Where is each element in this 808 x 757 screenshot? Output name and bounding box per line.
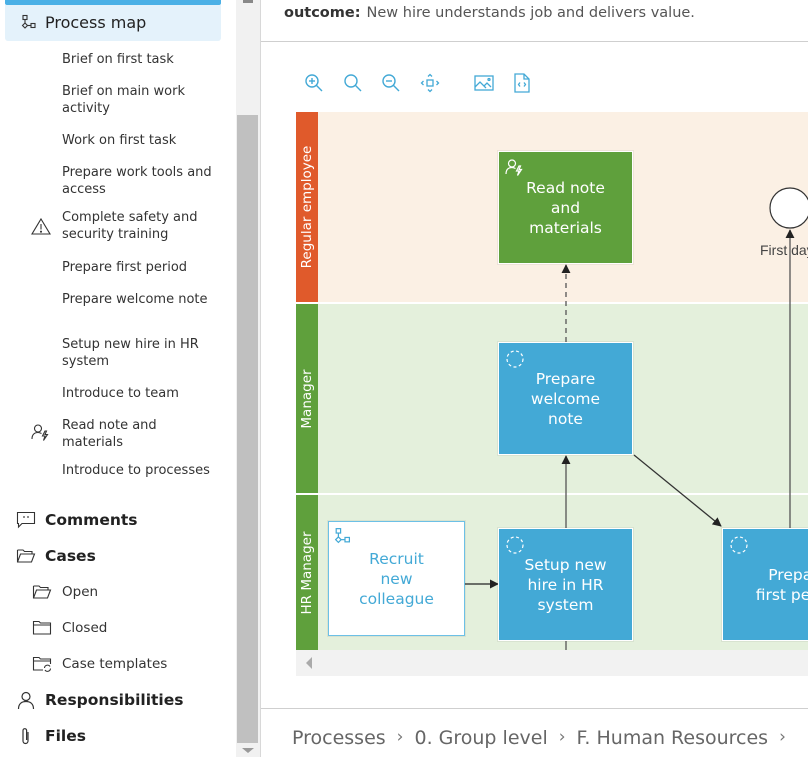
outcome-row: outcome: New hire understands job and del… [284,5,695,21]
chevron-right-icon: › [558,727,566,747]
task-label: Recruit new colleague [359,549,434,608]
comments-icon [16,511,36,529]
connector [633,454,722,527]
main-panel: outcome: New hire understands job and del… [260,0,808,757]
task-label: Setup new hire in HR system [524,555,607,614]
sidebar-item-case-templates[interactable]: Case templates [62,656,167,672]
process-diagram[interactable]: Regular employee Manager HR Manager Firs… [296,112,808,676]
breadcrumb: Processes › 0. Group level › F. Human Re… [292,727,797,749]
diagram-horizontal-scrollbar[interactable] [296,650,808,676]
recurring-icon [506,350,524,368]
move-fit-icon[interactable] [419,72,441,94]
sidebar-item-responsibilities[interactable]: Responsibilities [45,691,184,709]
start-event [769,187,808,229]
process-map-icon [21,14,36,29]
sidebar-item-files[interactable]: Files [45,727,86,745]
divider [261,708,808,709]
sidebar: Process map Brief on first task Brief on… [0,0,236,757]
user-action-icon [31,424,49,441]
zoom-out-icon[interactable] [380,72,402,94]
folder-closed-icon [32,620,52,635]
task-label: Read note and materials [526,178,605,237]
sidebar-item-label: Process map [45,13,147,32]
chevron-right-icon: › [779,727,786,747]
event-label: First day [760,242,808,258]
sidebar-subitem[interactable]: Introduce to team [62,385,212,402]
scroll-down-arrow-icon[interactable] [242,748,254,753]
sidebar-subitem[interactable]: Setup new hire in HR system [62,336,212,370]
sidebar-subitem[interactable]: Work on first task [62,132,212,149]
code-file-icon[interactable] [511,72,533,94]
user-action-icon [505,159,523,176]
task-label: Prepare welcome note [530,369,601,428]
scroll-left-arrow-icon[interactable] [306,657,312,669]
task-label: Prepare first period [755,565,808,604]
sidebar-subitem[interactable]: Read note and materials [62,417,212,451]
folder-template-icon [32,656,52,672]
user-icon [17,691,35,710]
divider [261,41,808,42]
zoom-icon[interactable] [342,72,364,94]
paperclip-icon [22,728,29,745]
sidebar-subitem[interactable]: Brief on first task [62,51,212,68]
sidebar-subitem[interactable]: Complete safety and security training [62,209,212,243]
sidebar-item-comments[interactable]: Comments [45,511,138,529]
sidebar-subitem[interactable]: Prepare work tools and access [62,164,212,198]
chevron-right-icon: › [396,727,404,747]
breadcrumb-item[interactable]: F. Human Resources [577,727,769,749]
folder-open-icon [16,549,36,563]
sidebar-item-cases-open[interactable]: Open [62,584,98,600]
breadcrumb-item[interactable]: 0. Group level [414,727,547,749]
sidebar-item-cases-closed[interactable]: Closed [62,620,107,636]
recurring-icon [730,536,748,554]
sidebar-subitem[interactable]: Prepare first period [62,259,212,276]
image-icon[interactable] [473,72,495,94]
task-read-note[interactable]: Read note and materials [497,150,634,265]
recurring-icon [506,536,524,554]
sidebar-subitem[interactable]: Introduce to processes [62,462,212,479]
task-prepare-welcome-note[interactable]: Prepare welcome note [497,341,634,456]
task-prepare-first-period[interactable]: Prepare first period [721,527,808,642]
folder-open-icon [32,585,52,599]
process-map-icon [334,528,351,544]
zoom-in-icon[interactable] [303,72,325,94]
sidebar-subitem[interactable]: Brief on main work activity [62,83,212,117]
sidebar-item-process-map[interactable]: Process map [5,5,221,41]
outcome-value: New hire understands job and delivers va… [366,5,695,21]
sidebar-item-cases[interactable]: Cases [45,547,96,565]
task-setup-hr-system[interactable]: Setup new hire in HR system [497,527,634,642]
sidebar-subitem[interactable]: Prepare welcome note [62,291,212,308]
warning-icon [31,217,51,235]
sidebar-scrollbar-thumb[interactable] [237,115,258,743]
scroll-up-marker[interactable] [243,0,253,3]
breadcrumb-item[interactable]: Processes [292,727,386,749]
task-recruit-new-colleague[interactable]: Recruit new colleague [327,520,466,637]
outcome-label: outcome: [284,5,361,21]
